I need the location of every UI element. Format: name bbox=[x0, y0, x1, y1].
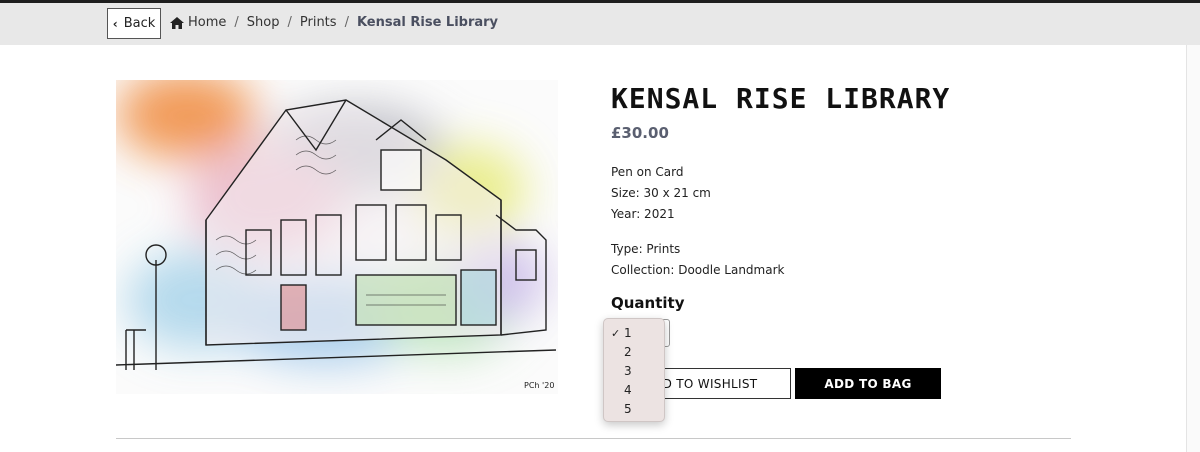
product-specs: Pen on Card Size: 30 x 21 cm Year: 2021 bbox=[611, 162, 711, 225]
quantity-option-label: 3 bbox=[624, 364, 632, 378]
breadcrumb-separator: / bbox=[344, 15, 349, 30]
breadcrumb-current: Kensal Rise Library bbox=[356, 15, 499, 30]
quantity-option-label: 2 bbox=[624, 345, 632, 359]
product-title: Kensal Rise Library bbox=[611, 82, 951, 115]
quantity-option[interactable]: 4 bbox=[604, 381, 664, 400]
breadcrumb: Home / Shop / Prints / Kensal Rise Libra… bbox=[170, 15, 498, 30]
checkmark-icon: ✓ bbox=[611, 327, 621, 340]
breadcrumb-prints[interactable]: Prints bbox=[300, 15, 337, 30]
quantity-option[interactable]: ✓ 1 bbox=[604, 324, 664, 343]
quantity-option-label: 4 bbox=[624, 383, 632, 397]
back-label: Back bbox=[123, 16, 156, 31]
product-illustration: PCh '20 bbox=[116, 80, 557, 390]
quantity-option-label: 5 bbox=[624, 402, 632, 416]
breadcrumb-separator: / bbox=[234, 15, 239, 30]
product-image[interactable]: PCh '20 bbox=[116, 80, 558, 394]
meta-collection: Collection: Doodle Landmark bbox=[611, 263, 785, 277]
quantity-option[interactable]: 2 bbox=[604, 343, 664, 362]
quantity-label: Quantity bbox=[611, 294, 685, 312]
spec-year: Year: 2021 bbox=[611, 207, 675, 221]
breadcrumb-shop[interactable]: Shop bbox=[247, 15, 280, 30]
add-to-bag-button[interactable]: ADD TO BAG bbox=[795, 368, 941, 399]
scrollbar-track[interactable] bbox=[1186, 45, 1200, 452]
chevron-left-icon: ‹ bbox=[112, 16, 118, 31]
home-icon[interactable] bbox=[170, 16, 184, 29]
meta-type: Type: Prints bbox=[611, 242, 681, 256]
section-divider bbox=[116, 438, 1071, 439]
quantity-option[interactable]: 3 bbox=[604, 362, 664, 381]
back-button[interactable]: ‹ Back bbox=[107, 8, 161, 39]
signature-text: PCh '20 bbox=[524, 381, 554, 390]
product-meta: Type: Prints Collection: Doodle Landmark bbox=[611, 239, 784, 281]
breadcrumb-bar: ‹ Back Home / Shop / Prints / Kensal Ris… bbox=[0, 3, 1200, 45]
spec-medium: Pen on Card bbox=[611, 165, 684, 179]
breadcrumb-home[interactable]: Home bbox=[188, 15, 226, 30]
quantity-option[interactable]: 5 bbox=[604, 400, 664, 419]
product-price: £30.00 bbox=[611, 124, 669, 142]
quantity-option-label: 1 bbox=[624, 326, 632, 340]
spec-size: Size: 30 x 21 cm bbox=[611, 186, 711, 200]
quantity-dropdown[interactable]: ✓ 1 2 3 4 5 bbox=[603, 318, 665, 422]
breadcrumb-separator: / bbox=[287, 15, 292, 30]
